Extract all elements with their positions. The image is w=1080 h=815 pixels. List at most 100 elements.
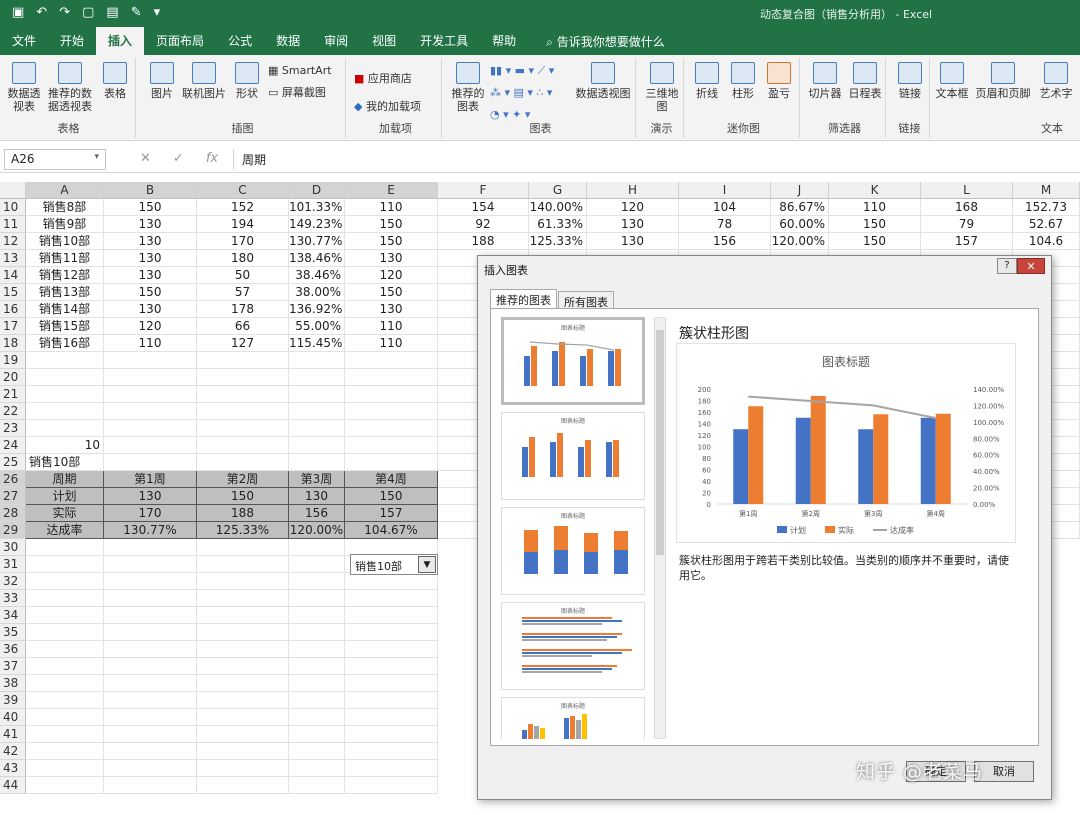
data-cell[interactable]: 101.33% bbox=[289, 199, 345, 216]
cell[interactable] bbox=[104, 420, 197, 437]
summary-cell[interactable]: 170 bbox=[104, 505, 197, 522]
data-cell[interactable]: 104 bbox=[679, 199, 771, 216]
data-cell[interactable]: 194 bbox=[197, 216, 289, 233]
data-cell[interactable]: 61.33% bbox=[529, 216, 587, 233]
row-header-13[interactable]: 13 bbox=[0, 250, 26, 267]
data-cell[interactable]: 154 bbox=[438, 199, 529, 216]
link-button[interactable]: 链接 bbox=[892, 62, 928, 100]
cell[interactable] bbox=[197, 420, 289, 437]
data-cell[interactable]: 152 bbox=[197, 199, 289, 216]
redo-icon[interactable]: ↷ bbox=[59, 5, 70, 20]
cell[interactable] bbox=[345, 437, 438, 454]
cell[interactable] bbox=[289, 437, 345, 454]
cell[interactable] bbox=[26, 539, 104, 556]
data-cell[interactable]: 150 bbox=[829, 233, 921, 250]
3d-map-button[interactable]: 三维地图 bbox=[642, 62, 682, 113]
summary-cell[interactable]: 达成率 bbox=[26, 522, 104, 539]
tab-help[interactable]: 帮助 bbox=[480, 27, 528, 55]
store-button[interactable]: ■ 应用商店 bbox=[354, 70, 412, 86]
cell[interactable] bbox=[197, 539, 289, 556]
cell-value[interactable]: 10 bbox=[26, 437, 104, 454]
cell[interactable] bbox=[289, 692, 345, 709]
data-cell[interactable]: 销售16部 bbox=[26, 335, 104, 352]
data-cell[interactable]: 110 bbox=[345, 199, 438, 216]
data-cell[interactable]: 125.33% bbox=[529, 233, 587, 250]
summary-cell[interactable]: 第2周 bbox=[197, 471, 289, 488]
cell[interactable] bbox=[104, 624, 197, 641]
cell[interactable] bbox=[104, 437, 197, 454]
cell[interactable] bbox=[26, 641, 104, 658]
column-chart-icon[interactable]: ▮▮ ▾ ▬ ▾ ⟋ ▾ bbox=[490, 64, 554, 78]
data-cell[interactable]: 156 bbox=[679, 233, 771, 250]
cell[interactable] bbox=[345, 777, 438, 794]
data-cell[interactable]: 130 bbox=[587, 216, 679, 233]
row-header-38[interactable]: 38 bbox=[0, 675, 26, 692]
thumb-clustered-column[interactable]: 图表标题 bbox=[501, 412, 645, 500]
fx-icon[interactable]: fx bbox=[206, 151, 218, 166]
data-cell[interactable]: 销售12部 bbox=[26, 267, 104, 284]
tab-review[interactable]: 审阅 bbox=[312, 27, 360, 55]
tab-file[interactable]: 文件 bbox=[0, 27, 48, 55]
column-header-F[interactable]: F bbox=[438, 182, 529, 199]
row-header-36[interactable]: 36 bbox=[0, 641, 26, 658]
cell[interactable] bbox=[197, 386, 289, 403]
cell[interactable] bbox=[197, 658, 289, 675]
row-header-32[interactable]: 32 bbox=[0, 573, 26, 590]
data-cell[interactable]: 销售11部 bbox=[26, 250, 104, 267]
cell[interactable] bbox=[197, 556, 289, 573]
data-cell[interactable]: 138.46% bbox=[289, 250, 345, 267]
row-header-14[interactable]: 14 bbox=[0, 267, 26, 284]
data-cell[interactable]: 销售9部 bbox=[26, 216, 104, 233]
data-cell[interactable]: 55.00% bbox=[289, 318, 345, 335]
data-cell[interactable]: 150 bbox=[104, 199, 197, 216]
data-cell[interactable]: 52.67 bbox=[1013, 216, 1080, 233]
cell[interactable] bbox=[345, 369, 438, 386]
textbox-button[interactable]: 文本框 bbox=[934, 62, 970, 100]
column-header-L[interactable]: L bbox=[921, 182, 1013, 199]
row-header-12[interactable]: 12 bbox=[0, 233, 26, 250]
data-cell[interactable]: 120 bbox=[104, 318, 197, 335]
tab-data[interactable]: 数据 bbox=[264, 27, 312, 55]
row-header-42[interactable]: 42 bbox=[0, 743, 26, 760]
summary-cell[interactable]: 计划 bbox=[26, 488, 104, 505]
cell[interactable] bbox=[289, 556, 345, 573]
cell[interactable] bbox=[26, 777, 104, 794]
data-cell[interactable]: 110 bbox=[345, 318, 438, 335]
row-header-37[interactable]: 37 bbox=[0, 658, 26, 675]
cell[interactable] bbox=[289, 352, 345, 369]
summary-cell[interactable]: 第4周 bbox=[345, 471, 438, 488]
my-addins-button[interactable]: ◆ 我的加载项 bbox=[354, 98, 421, 114]
tab-recommended-charts[interactable]: 推荐的图表 bbox=[490, 289, 557, 309]
save-icon[interactable]: ▣ bbox=[12, 5, 24, 20]
row-header-15[interactable]: 15 bbox=[0, 284, 26, 301]
header-footer-button[interactable]: 页眉和页脚 bbox=[972, 62, 1034, 100]
cell[interactable] bbox=[345, 658, 438, 675]
data-cell[interactable]: 130 bbox=[104, 216, 197, 233]
data-cell[interactable]: 130 bbox=[587, 233, 679, 250]
cell[interactable] bbox=[26, 369, 104, 386]
cell[interactable] bbox=[26, 692, 104, 709]
summary-cell[interactable]: 188 bbox=[197, 505, 289, 522]
data-cell[interactable]: 178 bbox=[197, 301, 289, 318]
data-cell[interactable]: 130 bbox=[104, 267, 197, 284]
cell[interactable] bbox=[26, 624, 104, 641]
summary-cell[interactable]: 130.77% bbox=[104, 522, 197, 539]
cell[interactable] bbox=[289, 590, 345, 607]
data-cell[interactable]: 130 bbox=[345, 301, 438, 318]
stat-chart-icon[interactable]: ⁂ ▾ ▤ ▾ ∴ ▾ bbox=[490, 86, 552, 99]
cell[interactable] bbox=[104, 641, 197, 658]
column-header-C[interactable]: C bbox=[197, 182, 289, 199]
summary-cell[interactable]: 实际 bbox=[26, 505, 104, 522]
formula-input[interactable]: 周期 bbox=[233, 149, 1073, 170]
data-cell[interactable]: 140.00% bbox=[529, 199, 587, 216]
cell[interactable] bbox=[289, 709, 345, 726]
data-cell[interactable]: 150 bbox=[104, 284, 197, 301]
cell[interactable] bbox=[26, 556, 104, 573]
summary-cell[interactable]: 156 bbox=[289, 505, 345, 522]
data-cell[interactable]: 188 bbox=[438, 233, 529, 250]
data-cell[interactable]: 130.77% bbox=[289, 233, 345, 250]
row-header-31[interactable]: 31 bbox=[0, 556, 26, 573]
row-header-29[interactable]: 29 bbox=[0, 522, 26, 539]
summary-cell[interactable]: 130 bbox=[289, 488, 345, 505]
recommended-pivot-button[interactable]: 推荐的数据透视表 bbox=[46, 62, 94, 113]
